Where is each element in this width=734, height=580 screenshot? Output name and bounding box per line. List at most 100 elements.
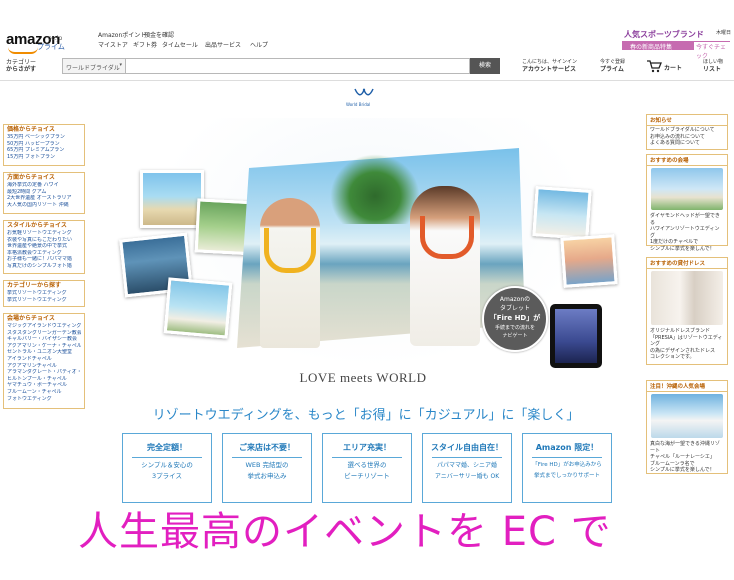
top-link-seller[interactable]: 出品サービス: [205, 40, 241, 49]
sidebar-link[interactable]: 15万円 フォトプラン: [7, 154, 81, 161]
sidebar-link[interactable]: 世界遺産や絶景の中で挙式: [7, 243, 81, 250]
badge-line: 「Fire HD」が: [489, 314, 541, 322]
category-label-line2: からさがす: [6, 66, 37, 73]
top-link-giftcard[interactable]: ギフト券: [133, 40, 157, 49]
prime-menu[interactable]: 今すぐ登録 プライム: [600, 59, 625, 73]
right-dress-box[interactable]: おすすめの貸付ドレス オリジナルドレスブランド 「PRESIA」はリゾートウエデ…: [646, 257, 728, 365]
wishlist-label-2: リスト: [703, 66, 722, 73]
collage-photo-sunset[interactable]: [560, 234, 618, 288]
feature-divider: [431, 457, 503, 458]
sidebar-price-title: 価格からチョイス: [7, 126, 55, 133]
cart-icon[interactable]: [646, 58, 662, 73]
sidebar-category-box: カテゴリーから探す 挙式リゾートウエディング 挙式リゾートウエディング: [3, 280, 85, 307]
feature-card-amazon[interactable]: Amazon 限定！ 「Fire HD」がお申込みから 挙式までしっかりサポート: [522, 433, 612, 503]
sidebar-link[interactable]: 最短2時間 グアム: [7, 189, 81, 196]
promo-banner-band[interactable]: 春の新商品特集 今すぐチェック: [622, 41, 730, 60]
tablet-screen: [555, 309, 597, 363]
feature-line: 「Fire HD」がお申込みから: [532, 462, 602, 468]
sidebar-link[interactable]: お子様も一緒に！パパママ婚: [7, 256, 81, 263]
brand-logo-sub: World Bridal: [346, 102, 371, 107]
sidebar-link[interactable]: マジックアイランドウエディング: [7, 323, 81, 330]
cart-label[interactable]: カート: [664, 65, 682, 72]
top-link-points[interactable]: Amazonポイント: [98, 30, 146, 39]
promo-banner-title[interactable]: 人気スポーツブランド: [624, 29, 704, 40]
header-divider: [0, 80, 734, 81]
feature-card-area[interactable]: エリア充実！ 選べる世界の ビーチリゾート: [322, 433, 412, 503]
feature-card-style[interactable]: スタイル自由自在！ パパママ婚、シニア婚 アニバーサリー婚も OK: [422, 433, 512, 503]
venue-photo[interactable]: [651, 168, 723, 210]
sidebar-link[interactable]: 50万円 ハッピープラン: [7, 141, 81, 148]
feature-line: WEB 完結型の: [245, 461, 289, 469]
hero-collage[interactable]: Amazonの タブレット 「Fire HD」が 手続までの流れを ナビゲート: [110, 108, 630, 370]
promo-band-left: 春の新商品特集: [630, 44, 673, 51]
sidebar-link[interactable]: 本格派教会ウエディング: [7, 250, 81, 257]
sidebar-link[interactable]: アラマンダグレート・パティオ・チャペル: [7, 369, 81, 376]
sidebar-price-box: 価格からチョイス 35万円 ベーシックプラン 50万円 ハッピープラン 65万円…: [3, 124, 85, 166]
search-select-value: ワールドブライダル: [66, 65, 120, 72]
sidebar-link[interactable]: アクアマリンチャペル: [7, 363, 81, 370]
flower-lei-left: [264, 228, 316, 273]
sidebar-link[interactable]: 大人気の国内リゾート 沖縄: [7, 202, 81, 209]
feature-title: エリア充実！: [343, 443, 391, 452]
right-notice-link[interactable]: よくある質問について: [650, 140, 724, 147]
feature-divider: [231, 457, 303, 458]
feature-line: パパママ婚、シニア婚: [436, 462, 497, 469]
account-label: アカウントサービス: [522, 66, 577, 73]
top-link-timesale[interactable]: タイムセール: [162, 40, 198, 49]
logo-prime-label: プライム: [37, 43, 65, 51]
wishlist-menu[interactable]: ほしい物 リスト: [703, 59, 723, 73]
prime-signup-label: 今すぐ登録: [600, 59, 626, 65]
top-link-help[interactable]: ヘルプ: [250, 40, 268, 49]
right-okinawa-box[interactable]: 注目！沖縄の人気会場 真白な海が一望できる沖縄リゾート チャペル「ルーナレーシエ…: [646, 380, 728, 474]
search-input[interactable]: [126, 58, 470, 74]
wishlist-label-1: ほしい物: [703, 59, 724, 65]
feature-card-web[interactable]: ご来店は不要！ WEB 完結型の 挙式お申込み: [222, 433, 312, 503]
sidebar-link[interactable]: フォトウエディング: [7, 396, 81, 403]
fire-hd-tablet[interactable]: [550, 304, 602, 368]
okinawa-chapel-photo[interactable]: [651, 394, 723, 438]
collage-photo-couple-2[interactable]: [532, 186, 592, 240]
sidebar-link[interactable]: 35万円 ベーシックプラン: [7, 134, 81, 141]
collage-photo-beach[interactable]: [140, 170, 204, 228]
feature-title: スタイル自由自在！: [431, 443, 503, 452]
right-venue-title: おすすめの会場: [647, 155, 727, 166]
sidebar-link[interactable]: キャルバリー・バイザシー教会: [7, 336, 81, 343]
sidebar-link[interactable]: ブルームーン・チャペル: [7, 389, 81, 396]
collage-photo-wedding[interactable]: [163, 277, 233, 339]
right-venue-text: ハワイアンリゾートウエディング: [650, 226, 720, 239]
top-link-mystore[interactable]: マイストア: [98, 40, 128, 49]
category-browse-button[interactable]: カテゴリー からさがす: [6, 59, 36, 73]
badge-line: 手続までの流れを: [494, 325, 535, 331]
sidebar-link[interactable]: 衣装や写真にもこだわりたい: [7, 237, 81, 244]
sidebar-link[interactable]: セントラル・ユニオン大聖堂: [7, 349, 81, 356]
sidebar-link[interactable]: 挙式リゾートウエディング: [7, 297, 81, 304]
right-venue-box[interactable]: おすすめの会場 ダイヤモンドヘッドが一望できる ハワイアンリゾートウエディング …: [646, 154, 728, 252]
search-category-select[interactable]: ワールドブライダル ▾: [62, 58, 126, 74]
sidebar-link[interactable]: スタスタングリーンガーデン教会: [7, 330, 81, 337]
sidebar-link[interactable]: 挙式リゾートウエディング: [7, 290, 81, 297]
sidebar-link[interactable]: ヤマチュウ・ボーチャペル: [7, 382, 81, 389]
sidebar-link[interactable]: 2大世界遺産 オーストラリア: [7, 195, 81, 202]
right-venue-text: ダイヤモンドヘッドが一望できる: [650, 213, 720, 226]
sidebar-link[interactable]: 写真だけのシンプルフォト婚: [7, 263, 81, 270]
feature-line: 3プライス: [152, 472, 182, 480]
sidebar-link[interactable]: お気軽リゾートウエディング: [7, 230, 81, 237]
prime-label: プライム: [600, 66, 624, 73]
feature-title: 完全定額！: [147, 443, 187, 452]
search-button[interactable]: 検索: [470, 58, 500, 74]
sidebar-link[interactable]: 海外挙式の定番 ハワイ: [7, 182, 81, 189]
right-okinawa-title: 注目！沖縄の人気会場: [647, 381, 727, 392]
top-link-balance[interactable]: 預金を確認: [144, 30, 174, 39]
feature-card-price[interactable]: 完全定額！ シンプル＆安心の 3プライス: [122, 433, 212, 503]
right-venue-text: シンプルに挙式を楽しんで！: [650, 245, 715, 252]
sidebar-link[interactable]: アクアマリン・ケーナ・チャペル: [7, 343, 81, 350]
account-menu[interactable]: こんにちは、サインイン アカウントサービス: [522, 59, 577, 73]
right-notice-link[interactable]: ワールドブライダルについて: [650, 127, 724, 134]
sidebar-link[interactable]: アイランドチャペル: [7, 356, 81, 363]
sidebar-link[interactable]: 65万円 プレミアムプラン: [7, 147, 81, 154]
right-notice-title: お知らせ: [647, 115, 727, 126]
dress-photo[interactable]: [651, 271, 723, 325]
sidebar-venue-box: 会場からチョイス マジックアイランドウエディング スタスタングリーンガーデン教会…: [3, 313, 85, 409]
sidebar-style-box: スタイルからチョイス お気軽リゾートウエディング 衣装や写真にもこだわりたい 世…: [3, 220, 85, 274]
sidebar-link[interactable]: ヒルトンプール・チャペル: [7, 376, 81, 383]
